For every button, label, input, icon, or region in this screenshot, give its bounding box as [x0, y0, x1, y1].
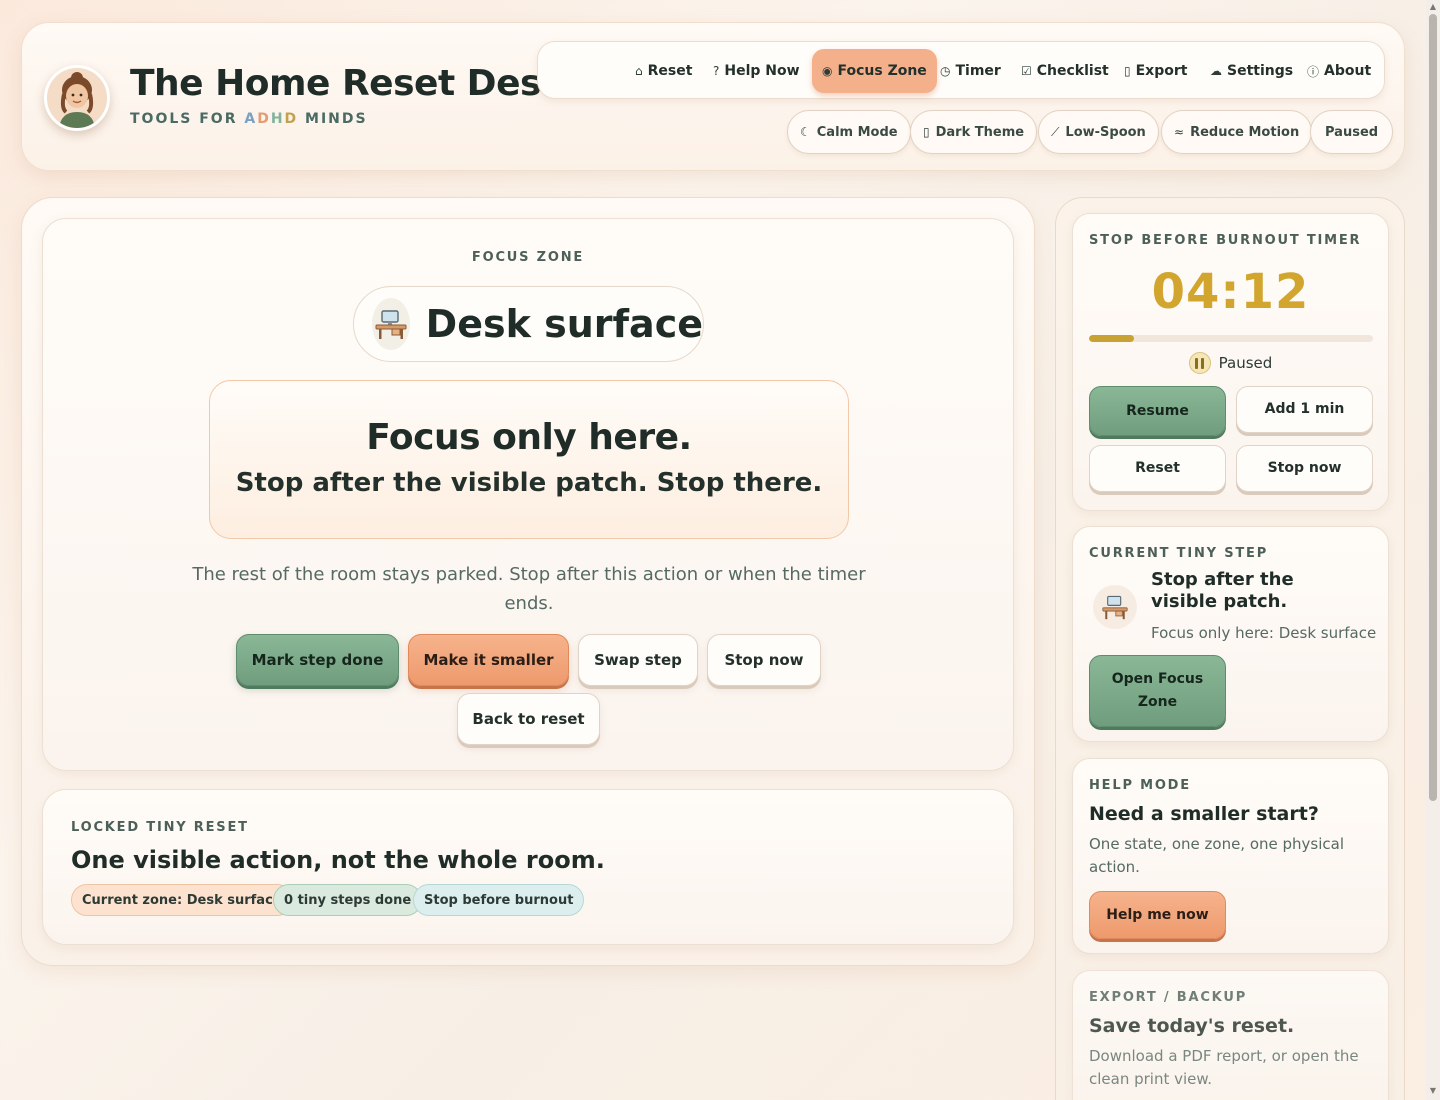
sidebar: STOP BEFORE BURNOUT TIMER 04:12 Paused R… — [1055, 197, 1405, 1100]
resume-button[interactable]: Resume — [1089, 386, 1226, 436]
help-me-now-button[interactable]: Help me now — [1089, 891, 1226, 939]
help-eyebrow: HELP MODE — [1089, 778, 1191, 793]
timer-eyebrow: STOP BEFORE BURNOUT TIMER — [1089, 233, 1362, 248]
step-desk-icon — [1093, 585, 1137, 629]
export-card: EXPORT / BACKUP Save today's reset. Down… — [1072, 970, 1389, 1100]
help-text: One state, one zone, one physical action… — [1089, 835, 1345, 876]
timer-status: Paused — [1073, 352, 1388, 374]
focus-eyebrow: FOCUS ZONE — [471, 250, 585, 265]
stop-now-button[interactable]: Stop now — [707, 634, 821, 686]
zone-pill: Desk surface — [353, 286, 704, 362]
make-it-smaller-button[interactable]: Make it smaller — [408, 634, 569, 686]
nav-reset[interactable]: ⌂ Reset — [625, 49, 702, 93]
zone-title: Desk surface — [425, 302, 703, 346]
waves-icon: ≈ — [1174, 125, 1185, 139]
nav-timer[interactable]: ◷ Timer — [930, 49, 1011, 93]
pause-icon — [1188, 352, 1211, 374]
locked-title: One visible action, not the whole room. — [71, 846, 605, 874]
focus-subline: Stop after the visible patch. Stop there… — [235, 468, 823, 498]
open-focus-zone-button[interactable]: Open Focus Zone — [1089, 655, 1226, 727]
timer-progress-fill — [1089, 335, 1135, 342]
timer-reset-button[interactable]: Reset — [1089, 445, 1226, 492]
help-mode-card: HELP MODE Need a smaller start? One stat… — [1072, 758, 1389, 954]
main-nav: ⌂ Reset ? Help Now ◉ Focus Zone ◷ Timer ☑ Che… — [537, 41, 1385, 99]
step-title: Stop after the visible patch. — [1151, 569, 1294, 612]
paused-pill[interactable]: Paused — [1310, 110, 1394, 154]
nav-help-now[interactable]: ? Help Now — [703, 49, 810, 93]
scrollbar[interactable]: ▲ ▼ — [1426, 0, 1440, 1100]
focus-note: The rest of the room stays parked. Stop … — [192, 564, 866, 614]
document-icon: ▯ — [1124, 64, 1131, 78]
timer-stop-now-button[interactable]: Stop now — [1236, 445, 1373, 492]
low-spoon-toggle[interactable]: ⟋ Low-Spoon — [1038, 110, 1159, 154]
export-text: Download a PDF report, or open the clean… — [1089, 1047, 1359, 1088]
focus-instruction-box: Focus only here. Stop after the visible … — [209, 380, 849, 539]
home-icon: ⌂ — [635, 64, 643, 78]
stopwatch-icon: ◷ — [940, 64, 951, 78]
mark-step-done-button[interactable]: Mark step done — [236, 634, 399, 686]
timer-progress — [1089, 335, 1373, 342]
timer-value: 04:12 — [1151, 264, 1310, 320]
current-step-card: CURRENT TINY STEP Stop after the visible… — [1072, 526, 1389, 742]
step-eyebrow: CURRENT TINY STEP — [1089, 546, 1269, 561]
cloud-icon: ☁ — [1210, 64, 1222, 78]
dark-theme-toggle[interactable]: ▯ Dark Theme — [910, 110, 1038, 154]
locked-eyebrow: LOCKED TINY RESET — [71, 820, 249, 835]
nav-settings[interactable]: ☁ Settings — [1200, 49, 1303, 93]
nav-focus-zone[interactable]: ◉ Focus Zone — [812, 49, 937, 93]
timer-card: STOP BEFORE BURNOUT TIMER 04:12 Paused R… — [1072, 213, 1389, 511]
nav-about[interactable]: ⓘ About — [1297, 49, 1381, 93]
locked-reset-card: LOCKED TINY RESET One visible action, no… — [42, 789, 1014, 945]
avatar — [44, 65, 110, 131]
eye-icon: ◉ — [822, 64, 833, 78]
checkbox-icon: ☑ — [1021, 64, 1032, 78]
step-detail: Focus only here: Desk surface — [1151, 624, 1377, 642]
nav-checklist[interactable]: ☑ Checklist — [1011, 49, 1119, 93]
info-icon: ⓘ — [1307, 64, 1320, 79]
export-title: Save today's reset. — [1089, 1015, 1295, 1037]
desk-icon — [372, 298, 410, 350]
back-to-reset-button[interactable]: Back to reset — [457, 693, 600, 745]
capsule-icon: ▯ — [923, 125, 930, 139]
nav-export[interactable]: ▯ Export — [1114, 49, 1197, 93]
main-panel: FOCUS ZONE Desk surface Focus only here. — [21, 197, 1035, 966]
reduce-motion-toggle[interactable]: ≈ Reduce Motion — [1161, 110, 1313, 154]
help-title: Need a smaller start? — [1089, 803, 1319, 825]
export-eyebrow: EXPORT / BACKUP — [1089, 990, 1248, 1005]
page: The Home Reset Desk TOOLS FOR ADHD MINDS… — [0, 0, 1440, 1100]
swap-step-button[interactable]: Swap step — [578, 634, 698, 686]
scroll-thumb[interactable] — [1429, 14, 1437, 801]
app-subtitle: TOOLS FOR ADHD MINDS — [130, 111, 368, 127]
scroll-up-icon[interactable]: ▲ — [1429, 2, 1437, 11]
stop-before-burnout-tag: Stop before burnout — [413, 884, 585, 916]
focus-zone-card: FOCUS ZONE Desk surface Focus only here. — [42, 218, 1014, 771]
add-1-min-button[interactable]: Add 1 min — [1236, 386, 1373, 433]
app-header: The Home Reset Desk TOOLS FOR ADHD MINDS… — [21, 22, 1405, 171]
steps-done-tag: 0 tiny steps done — [273, 884, 423, 916]
calm-mode-toggle[interactable]: ☾ Calm Mode — [787, 110, 911, 154]
help-icon: ? — [713, 64, 720, 78]
current-zone-tag: Current zone: Desk surface — [71, 884, 293, 916]
scroll-down-icon[interactable]: ▼ — [1429, 1086, 1437, 1095]
app-title: The Home Reset Desk — [130, 63, 565, 104]
focus-headline: Focus only here. — [366, 417, 692, 458]
spoon-icon: ⟋ — [1051, 124, 1060, 139]
moon-icon: ☾ — [800, 125, 811, 139]
